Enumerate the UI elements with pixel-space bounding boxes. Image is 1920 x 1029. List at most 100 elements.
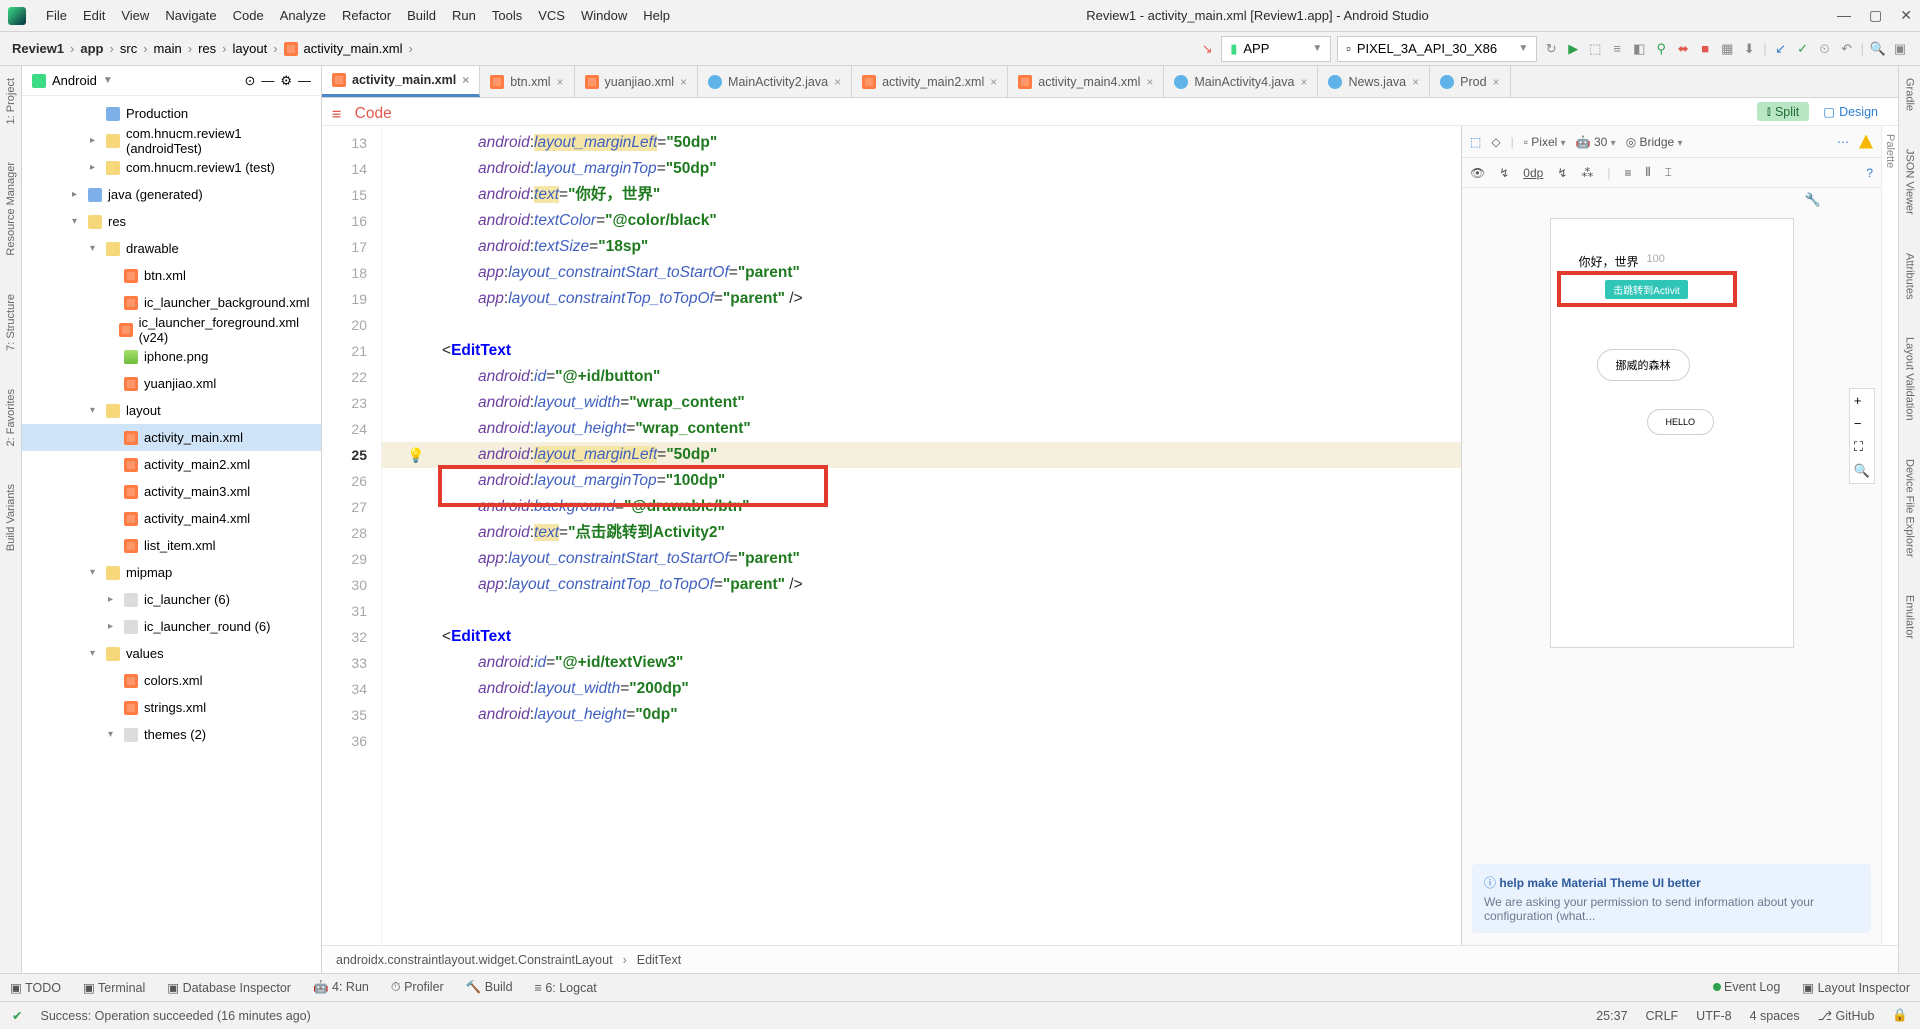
more-icon[interactable]: ⋯ — [1837, 135, 1849, 149]
menu-code[interactable]: Code — [225, 8, 272, 23]
attach-debug-icon[interactable]: ⚲ — [1653, 41, 1669, 57]
status-eol[interactable]: CRLF — [1646, 1009, 1679, 1023]
view-design-button[interactable]: ▢ Design — [1813, 102, 1888, 121]
tool-emulator[interactable]: Emulator — [1904, 589, 1916, 645]
close-tab-icon[interactable]: × — [1493, 75, 1500, 89]
tree-item[interactable]: activity_main4.xml — [22, 505, 321, 532]
pack-icon[interactable]: ⫴ — [1646, 165, 1651, 180]
tree-item[interactable]: ▾values — [22, 640, 321, 667]
tool-build[interactable]: 🔨 Build — [466, 980, 513, 995]
tool-json-viewer[interactable]: JSON Viewer — [1904, 143, 1916, 221]
editor-tab[interactable]: MainActivity4.java× — [1164, 66, 1318, 97]
tool-event-log[interactable]: Event Log — [1713, 980, 1781, 995]
close-tab-icon[interactable]: × — [680, 75, 687, 89]
status-git[interactable]: ⎇ GitHub — [1818, 1008, 1875, 1023]
tree-item[interactable]: ic_launcher_background.xml — [22, 289, 321, 316]
project-view-label[interactable]: Android — [52, 73, 97, 88]
guide-icon[interactable]: ⌶ — [1665, 165, 1672, 180]
close-tab-icon[interactable]: × — [1300, 75, 1307, 89]
tree-item[interactable]: activity_main2.xml — [22, 451, 321, 478]
menu-tools[interactable]: Tools — [484, 8, 530, 23]
tree-item[interactable]: strings.xml — [22, 694, 321, 721]
apply-changes-icon[interactable]: ⬌ — [1675, 41, 1691, 57]
menu-window[interactable]: Window — [573, 8, 635, 23]
tool-build-variants[interactable]: Build Variants — [5, 478, 17, 557]
preview-selected-element[interactable]: 击跳转到Activit — [1557, 271, 1737, 307]
breadcrumb-item[interactable]: app — [80, 41, 103, 56]
tree-item[interactable]: activity_main.xml — [22, 424, 321, 451]
sync-icon[interactable]: ↻ — [1543, 41, 1559, 57]
debug-icon[interactable]: ⬚ — [1587, 41, 1603, 57]
menu-refactor[interactable]: Refactor — [334, 8, 399, 23]
wand-icon[interactable]: ⁂ — [1581, 166, 1593, 180]
coverage-icon[interactable]: ≡ — [1609, 41, 1625, 57]
tree-item[interactable]: yuanjiao.xml — [22, 370, 321, 397]
stop-icon[interactable]: ■ — [1697, 41, 1713, 57]
editor-tab[interactable]: activity_main2.xml× — [852, 66, 1008, 97]
close-icon[interactable]: ✕ — [1900, 7, 1912, 24]
tool-layout-inspector[interactable]: ▣ Layout Inspector — [1802, 980, 1910, 995]
editor-tab[interactable]: activity_main.xml× — [322, 66, 480, 97]
tool-favorites[interactable]: 2: Favorites — [5, 383, 17, 452]
tool-profiler[interactable]: ⏱ Profiler — [391, 980, 444, 995]
wrench-icon[interactable]: 🔧 — [1805, 192, 1821, 208]
tool-todo[interactable]: ▣ TODO — [10, 980, 61, 995]
zoom-in-icon[interactable]: + — [1854, 393, 1870, 408]
tree-item[interactable]: ▾mipmap — [22, 559, 321, 586]
tree-item[interactable]: ▾layout — [22, 397, 321, 424]
run-icon[interactable]: ▶ — [1565, 41, 1581, 57]
pan-tool-icon[interactable]: ◇ — [1491, 135, 1500, 149]
tree-item[interactable]: ▾res — [22, 208, 321, 235]
close-tab-icon[interactable]: × — [834, 75, 841, 89]
tree-item[interactable]: colors.xml — [22, 667, 321, 694]
tree-item[interactable]: activity_main3.xml — [22, 478, 321, 505]
run-configuration-combo[interactable]: ▮ APP ▼ — [1221, 36, 1331, 62]
editor-tab[interactable]: MainActivity2.java× — [698, 66, 852, 97]
breadcrumb-item[interactable]: main — [154, 41, 182, 56]
git-update-icon[interactable]: ↙ — [1773, 41, 1789, 57]
tool-structure[interactable]: 7: Structure — [5, 288, 17, 357]
view-code-button[interactable]: ≡ Code — [332, 97, 1753, 127]
minimize-icon[interactable]: — — [1837, 7, 1851, 24]
hide-icon[interactable]: — — [298, 73, 311, 88]
view-split-button[interactable]: ⫾ Split — [1757, 102, 1809, 121]
editor-tab[interactable]: activity_main4.xml× — [1008, 66, 1164, 97]
editor-tab[interactable]: Prod× — [1430, 66, 1510, 97]
palette-tab[interactable]: Palette — [1881, 126, 1898, 945]
search-icon[interactable]: 🔍 — [1870, 41, 1886, 57]
tree-item[interactable]: iphone.png — [22, 343, 321, 370]
preview-canvas[interactable]: 你好，世界 100 击跳转到Activit 挪威的森林 HELLO — [1550, 218, 1794, 648]
close-tab-icon[interactable]: × — [557, 75, 564, 89]
tree-item[interactable]: ▸java (generated) — [22, 181, 321, 208]
notification-banner[interactable]: ⓘ help make Material Theme UI better We … — [1472, 864, 1871, 933]
tool-project[interactable]: 1: Project — [5, 72, 17, 130]
theme-dropdown[interactable]: ◎ Bridge ▾ — [1626, 135, 1683, 149]
menu-navigate[interactable]: Navigate — [157, 8, 224, 23]
tool-gradle[interactable]: Gradle — [1904, 72, 1916, 117]
close-tab-icon[interactable]: × — [990, 75, 997, 89]
gutter[interactable]: 1314151617181920212223242526272829303132… — [322, 126, 382, 945]
zoom-search-icon[interactable]: 🔍 — [1854, 463, 1870, 479]
gear-icon[interactable]: ⚙ — [280, 73, 292, 89]
editor-tab[interactable]: News.java× — [1318, 66, 1430, 97]
status-lock-icon[interactable]: 🔒 — [1892, 1008, 1908, 1023]
git-rollback-icon[interactable]: ↶ — [1839, 41, 1855, 57]
breadcrumb-item[interactable]: res — [198, 41, 216, 56]
breadcrumb-editor-item[interactable]: EditText — [637, 953, 681, 967]
tree-item[interactable]: ▾themes (2) — [22, 721, 321, 748]
device-dropdown[interactable]: ▫ Pixel ▾ — [1524, 135, 1566, 149]
help-icon[interactable]: ? — [1866, 166, 1873, 180]
menu-vcs[interactable]: VCS — [530, 8, 573, 23]
status-encoding[interactable]: UTF-8 — [1696, 1009, 1731, 1023]
tool-logcat[interactable]: ≡ 6: Logcat — [535, 981, 597, 995]
tool-db-inspector[interactable]: ▣ Database Inspector — [167, 980, 291, 995]
tree-item[interactable]: Production — [22, 100, 321, 127]
tool-layout-validation[interactable]: Layout Validation — [1904, 331, 1916, 427]
editor-tab[interactable]: yuanjiao.xml× — [575, 66, 699, 97]
menu-file[interactable]: File — [38, 8, 75, 23]
device-combo[interactable]: ▫ PIXEL_3A_API_30_X86 ▼ — [1337, 36, 1537, 62]
close-tab-icon[interactable]: × — [1412, 75, 1419, 89]
git-commit-icon[interactable]: ✓ — [1795, 41, 1811, 57]
tool-attributes[interactable]: Attributes — [1904, 247, 1916, 305]
breadcrumb-item[interactable]: layout — [232, 41, 267, 56]
